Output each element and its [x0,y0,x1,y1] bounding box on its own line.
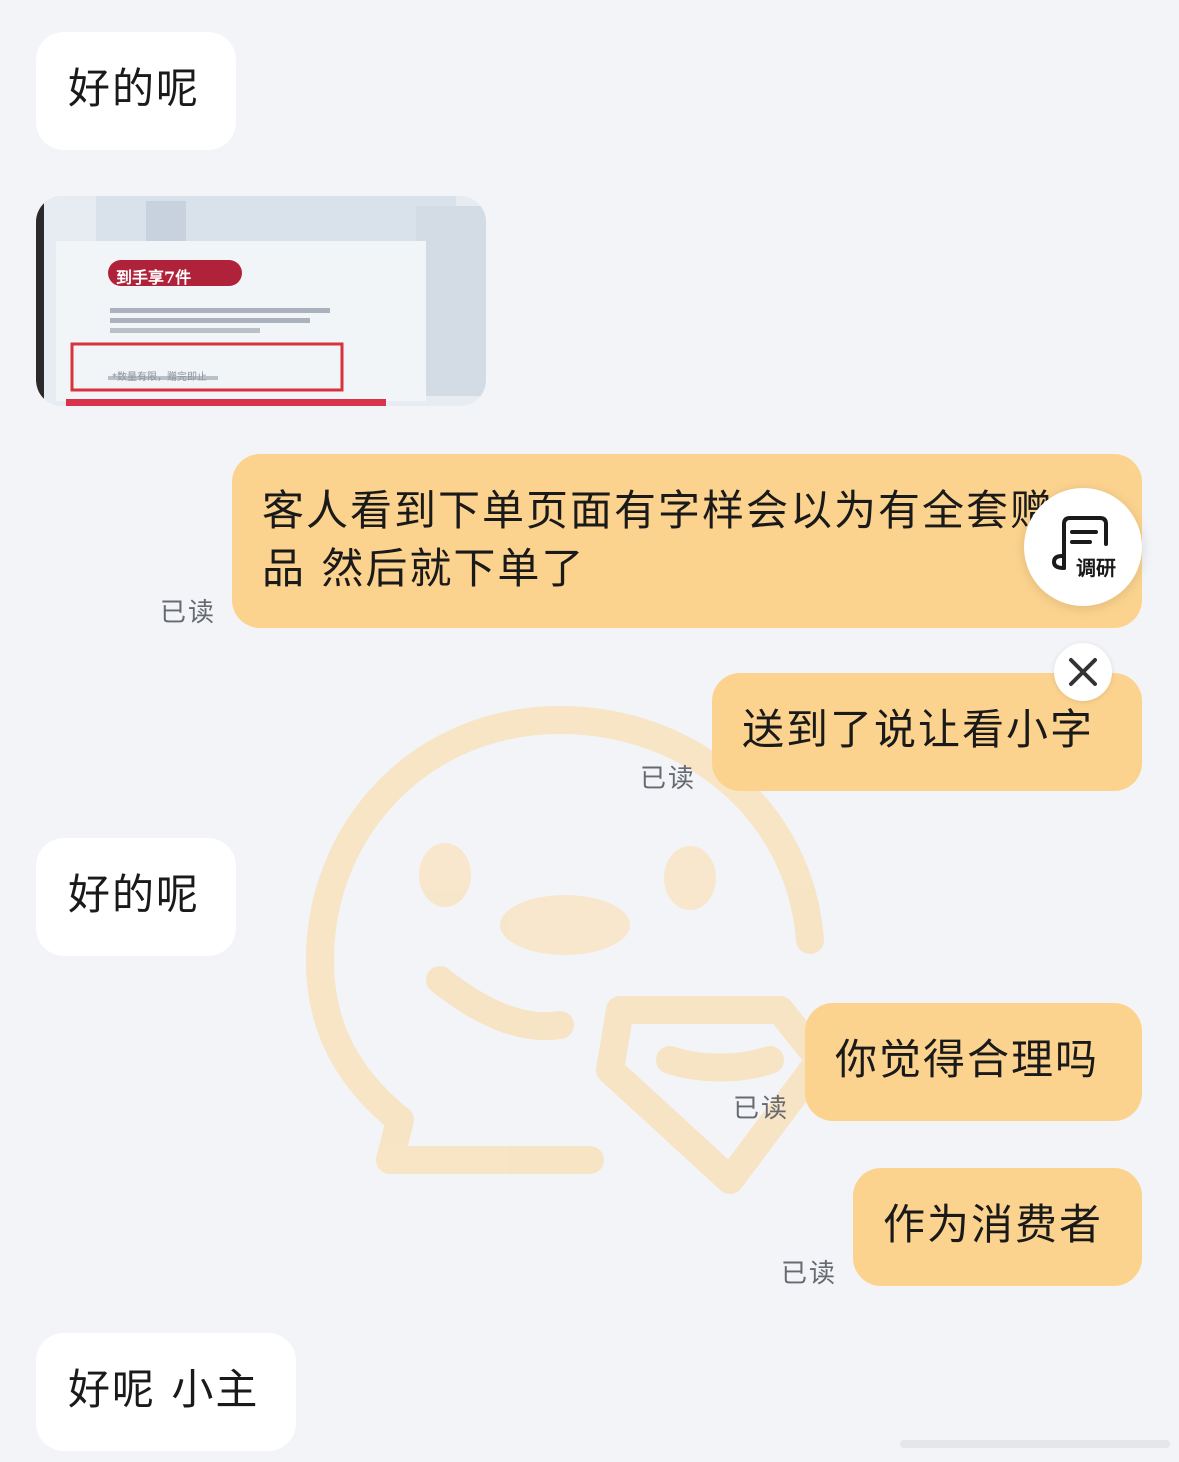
close-button[interactable] [1054,643,1112,701]
message-line: 客人看到下单页面有字样会以为有全套赠 [262,486,1055,535]
message-text: 送到了说让看小字 [742,705,1095,754]
message-line: 品 然后就下单了 [262,544,586,593]
research-label: 调研 [1076,556,1116,580]
image-message[interactable]: 到手享7件 *数量有限，赠完即止 [36,196,486,406]
message-text: 好呢 小主 [68,1365,260,1414]
close-icon [1069,658,1097,686]
incoming-message[interactable]: 好的呢 [36,32,236,150]
image-badge-text: 到手享7件 [116,268,192,287]
message-text: 你觉得合理吗 [835,1035,1100,1084]
message-text: 好的呢 [68,870,201,919]
message-text: 作为消费者 [883,1200,1104,1249]
research-button[interactable]: 调研 [1024,488,1142,606]
image-footnote-text: *数量有限，赠完即止 [112,372,207,383]
read-status: 已读 [160,598,217,628]
product-image [36,196,486,406]
read-status: 已读 [733,1094,790,1124]
outgoing-message[interactable]: 你觉得合理吗 [805,1003,1142,1121]
incoming-message[interactable]: 好的呢 [36,838,236,956]
message-text: 好的呢 [68,64,201,113]
incoming-message[interactable]: 好呢 小主 [36,1333,296,1451]
read-status: 已读 [640,764,697,794]
survey-icon [1051,516,1108,570]
home-indicator [900,1440,1170,1448]
outgoing-message[interactable]: 作为消费者 [853,1168,1142,1286]
outgoing-message[interactable]: 客人看到下单页面有字样会以为有全套赠 品 然后就下单了 [232,454,1142,628]
read-status: 已读 [781,1259,838,1289]
